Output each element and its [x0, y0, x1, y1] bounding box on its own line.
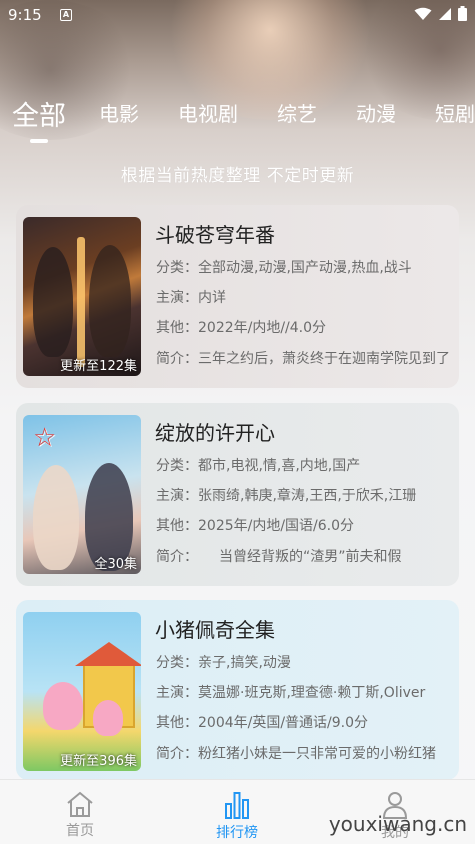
item-other: 其他：2004年/英国/普通话/9.0分 [156, 715, 369, 731]
poster-light-beam [77, 237, 85, 367]
item-category: 分类：全部动漫,动漫,国产动漫,热血,战斗 [156, 260, 412, 276]
poster-logo-art: ☆ [33, 423, 57, 453]
status-bar: 9:15 A [0, 0, 475, 32]
episode-badge: 更新至396集 [60, 754, 137, 769]
episode-badge: 全30集 [94, 557, 137, 572]
george-figure [93, 700, 123, 736]
nav-ranking[interactable]: 排行榜 [197, 790, 277, 842]
nav-home-label: 首页 [66, 823, 94, 839]
item-other: 其他：2025年/内地/国语/6.0分 [156, 518, 355, 534]
tab-movie[interactable]: 电影 [99, 98, 139, 127]
list-item[interactable]: ☆ 全30集 绽放的许开心 分类：都市,电视,情,喜,内地,国产 主演：张雨绮,… [16, 403, 459, 586]
peppa-figure [43, 682, 83, 730]
item-intro: 简介：三年之约后，萧炎终于在迦南学院见到了 [156, 351, 450, 367]
item-intro: 简介：粉红猪小妹是一只非常可爱的小粉红猪 [156, 746, 436, 762]
item-category: 分类：亲子,搞笑,动漫 [156, 655, 291, 671]
status-icons [414, 6, 467, 21]
screen: 9:15 A 全部 电影 电视剧 综艺 动漫 短剧 根据当前热度整理 不定时更新 [0, 0, 475, 844]
item-cast: 主演：张雨绮,韩庚,章涛,王西,于欣禾,江珊 [156, 488, 417, 504]
item-title: 绽放的许开心 [155, 421, 275, 445]
tab-tv-series[interactable]: 电视剧 [178, 98, 238, 127]
home-icon [67, 791, 93, 817]
item-cast: 主演：内详 [156, 290, 226, 306]
episode-badge: 更新至122集 [60, 359, 137, 374]
tab-all[interactable]: 全部 [12, 94, 66, 133]
list-item[interactable]: 更新至396集 小猪佩奇全集 分类：亲子,搞笑,动漫 主演：莫温娜·班克斯,理查… [16, 600, 459, 780]
nav-home[interactable]: 首页 [40, 790, 120, 840]
category-tabs: 全部 电影 电视剧 综艺 动漫 短剧 [0, 98, 475, 148]
poster-figure [33, 465, 79, 570]
status-time: 9:15 [8, 6, 42, 24]
ranking-subtitle: 根据当前热度整理 不定时更新 [120, 166, 355, 186]
site-watermark: youxiwang.cn [328, 812, 467, 836]
tab-short-drama[interactable]: 短剧 [435, 98, 475, 127]
poster-figure [89, 245, 131, 357]
nav-ranking-label: 排行榜 [216, 825, 258, 841]
poster-figure [33, 247, 73, 357]
poster-roof [75, 642, 141, 666]
poster-image: ☆ 全30集 [23, 415, 141, 574]
item-intro: 简介： 当曾经背叛的“渣男”前夫和假 [156, 549, 402, 565]
item-category: 分类：都市,电视,情,喜,内地,国产 [156, 458, 361, 474]
item-cast: 主演：莫温娜·班克斯,理查德·赖丁斯,Oliver [156, 685, 426, 701]
tab-anime[interactable]: 动漫 [356, 98, 396, 127]
bar-chart-icon [225, 792, 249, 819]
active-tab-indicator [30, 139, 48, 143]
list-item[interactable]: 更新至122集 斗破苍穹年番 分类：全部动漫,动漫,国产动漫,热血,战斗 主演：… [16, 205, 459, 388]
tab-variety[interactable]: 综艺 [277, 98, 317, 127]
item-other: 其他：2022年/内地//4.0分 [156, 320, 327, 336]
poster-image: 更新至396集 [23, 612, 141, 771]
wifi-icon [414, 7, 432, 20]
item-title: 小猪佩奇全集 [155, 618, 275, 642]
item-title: 斗破苍穹年番 [155, 223, 275, 247]
battery-icon [458, 6, 467, 21]
notification-icon: A [60, 9, 72, 21]
signal-icon [439, 7, 451, 20]
poster-image: 更新至122集 [23, 217, 141, 376]
